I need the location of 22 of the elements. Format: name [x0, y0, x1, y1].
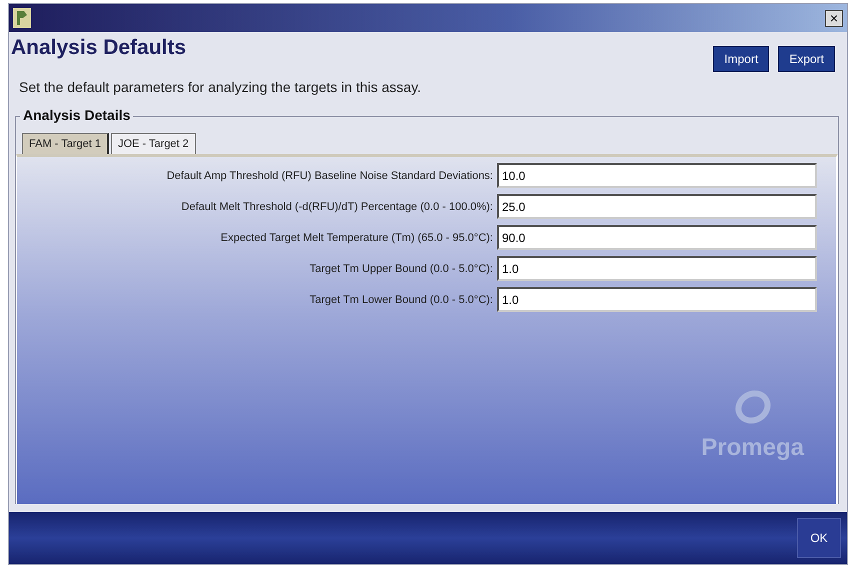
- app-icon: [13, 8, 31, 28]
- logo-icon: [734, 388, 772, 426]
- input-field[interactable]: 90.0: [497, 225, 817, 250]
- dialog-title: Analysis Defaults: [11, 36, 186, 60]
- tab[interactable]: JOE - Target 2: [110, 133, 196, 154]
- description-text: Set the default parameters for analyzing the targets in this assay.: [18, 78, 422, 97]
- field-label: Default Amp Threshold (RFU) Baseline Noise Standard Deviations:: [166, 170, 493, 182]
- header-button[interactable]: Import: [713, 46, 770, 72]
- field-label: Expected Target Melt Temperature (Tm) (65.0 - 95.0°C):: [220, 232, 493, 244]
- close-button[interactable]: ×: [825, 10, 843, 26]
- input-field[interactable]: 1.0: [497, 287, 817, 312]
- tab[interactable]: FAM - Target 1: [22, 133, 109, 154]
- field-label: Default Melt Threshold (-d(RFU)/dT) Percentage (0.0 - 100.0%):: [180, 200, 493, 212]
- logo-text: Promega: [701, 434, 804, 462]
- input-field[interactable]: 1.0: [497, 256, 817, 281]
- group-title: Analysis Details: [20, 107, 134, 123]
- field-label: Target Tm Upper Bound (0.0 - 5.0°C):: [308, 262, 493, 274]
- ok-button[interactable]: OK: [797, 518, 841, 558]
- input-field[interactable]: 25.0: [497, 194, 817, 219]
- input-field[interactable]: 10.0: [497, 163, 817, 188]
- header-button[interactable]: Export: [778, 46, 835, 72]
- field-label: Target Tm Lower Bound (0.0 - 5.0°C):: [308, 294, 493, 306]
